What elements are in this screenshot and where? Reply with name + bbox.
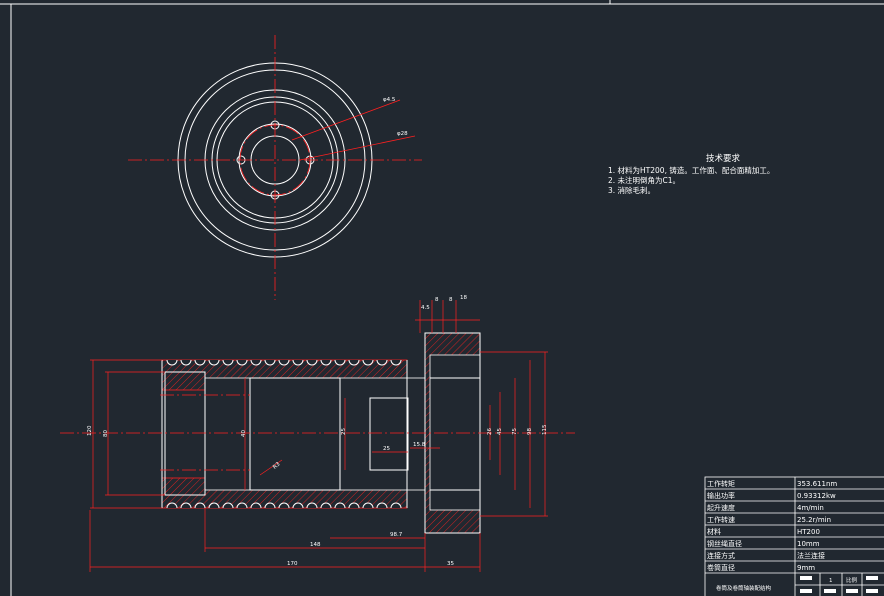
dim-top-2: 8	[435, 297, 439, 303]
title-block-value: 4m/min	[797, 504, 824, 512]
label-circle-outer: φ4.5	[383, 97, 396, 103]
title-block-value: 0.93312kw	[797, 492, 836, 500]
dim-bottom-4: 35	[447, 561, 454, 567]
dim-mid-3: 25	[383, 446, 390, 452]
title-block-label: 卷筒直径	[707, 563, 735, 572]
title-block-rows: 工作转矩 353.611nm 输出功率 0.93312kw 起升速度 4m/min 工作转速…	[705, 479, 884, 572]
title-block-marks	[800, 576, 878, 593]
title-block-value: 25.2r/min	[797, 516, 831, 524]
dim-top-4: 18	[460, 295, 467, 301]
note-1: 1. 材料为HT200, 铸造。工作面、配合面精加工。	[608, 165, 774, 175]
title-block-value: 9mm	[797, 564, 815, 572]
title-block-label: 输出功率	[707, 491, 735, 500]
dim-top-1: 4.5	[421, 305, 430, 311]
label-circle-inner: φ28	[397, 131, 408, 137]
note-3: 3. 消除毛刺。	[608, 185, 655, 195]
dim-left-1: 120	[87, 425, 93, 436]
title-block-label: 钢丝绳直径	[707, 539, 742, 548]
end-view-centerlines	[128, 35, 422, 300]
dim-mid-1: 40	[241, 430, 247, 437]
dim-right-3: 75	[512, 428, 518, 435]
dim-right-1: 26	[487, 428, 493, 435]
dim-right-5: 115	[542, 424, 548, 435]
notes-title: 技术要求	[706, 153, 741, 164]
dim-bottom-3: 170	[287, 561, 298, 567]
dim-bottom-1: 98.7	[390, 532, 403, 538]
cad-drawing: φ4.5 φ28 技术要求 1. 材料为HT200, 铸造。工作面、配合面精加工…	[0, 0, 884, 596]
title-block-label: 工作转矩	[707, 479, 735, 488]
dim-left-2: 80	[103, 430, 109, 437]
note-2: 2. 未注明倒角为C1。	[608, 175, 680, 185]
rope-grooves-top	[166, 359, 402, 366]
title-block-value: 10mm	[797, 540, 820, 548]
title-block-value: 法兰连接	[797, 551, 825, 560]
rope-grooves-bottom	[166, 502, 402, 509]
title-block-value: 353.611nm	[797, 480, 837, 488]
title-block-value: HT200	[797, 528, 820, 536]
dim-right-4: 98	[527, 428, 533, 435]
dim-top-3: 8	[449, 297, 453, 303]
title-block-label: 起升速度	[707, 503, 735, 512]
title-block-footer-left: 卷筒及卷筒轴装配结构	[716, 584, 772, 592]
title-block-label: 工作转速	[707, 515, 735, 524]
title-block-label: 连接方式	[707, 551, 735, 560]
title-block-footer-right: 比例	[846, 576, 858, 584]
dim-right-2: 45	[497, 428, 503, 435]
dim-mid-2: 25	[341, 428, 347, 435]
dim-bottom-2: 148	[310, 542, 321, 548]
title-block-label: 材料	[707, 527, 721, 536]
end-view-leaders	[291, 99, 416, 161]
dim-mid-4: 15.8	[413, 442, 426, 448]
title-block-footer-mid: 1	[829, 578, 833, 584]
